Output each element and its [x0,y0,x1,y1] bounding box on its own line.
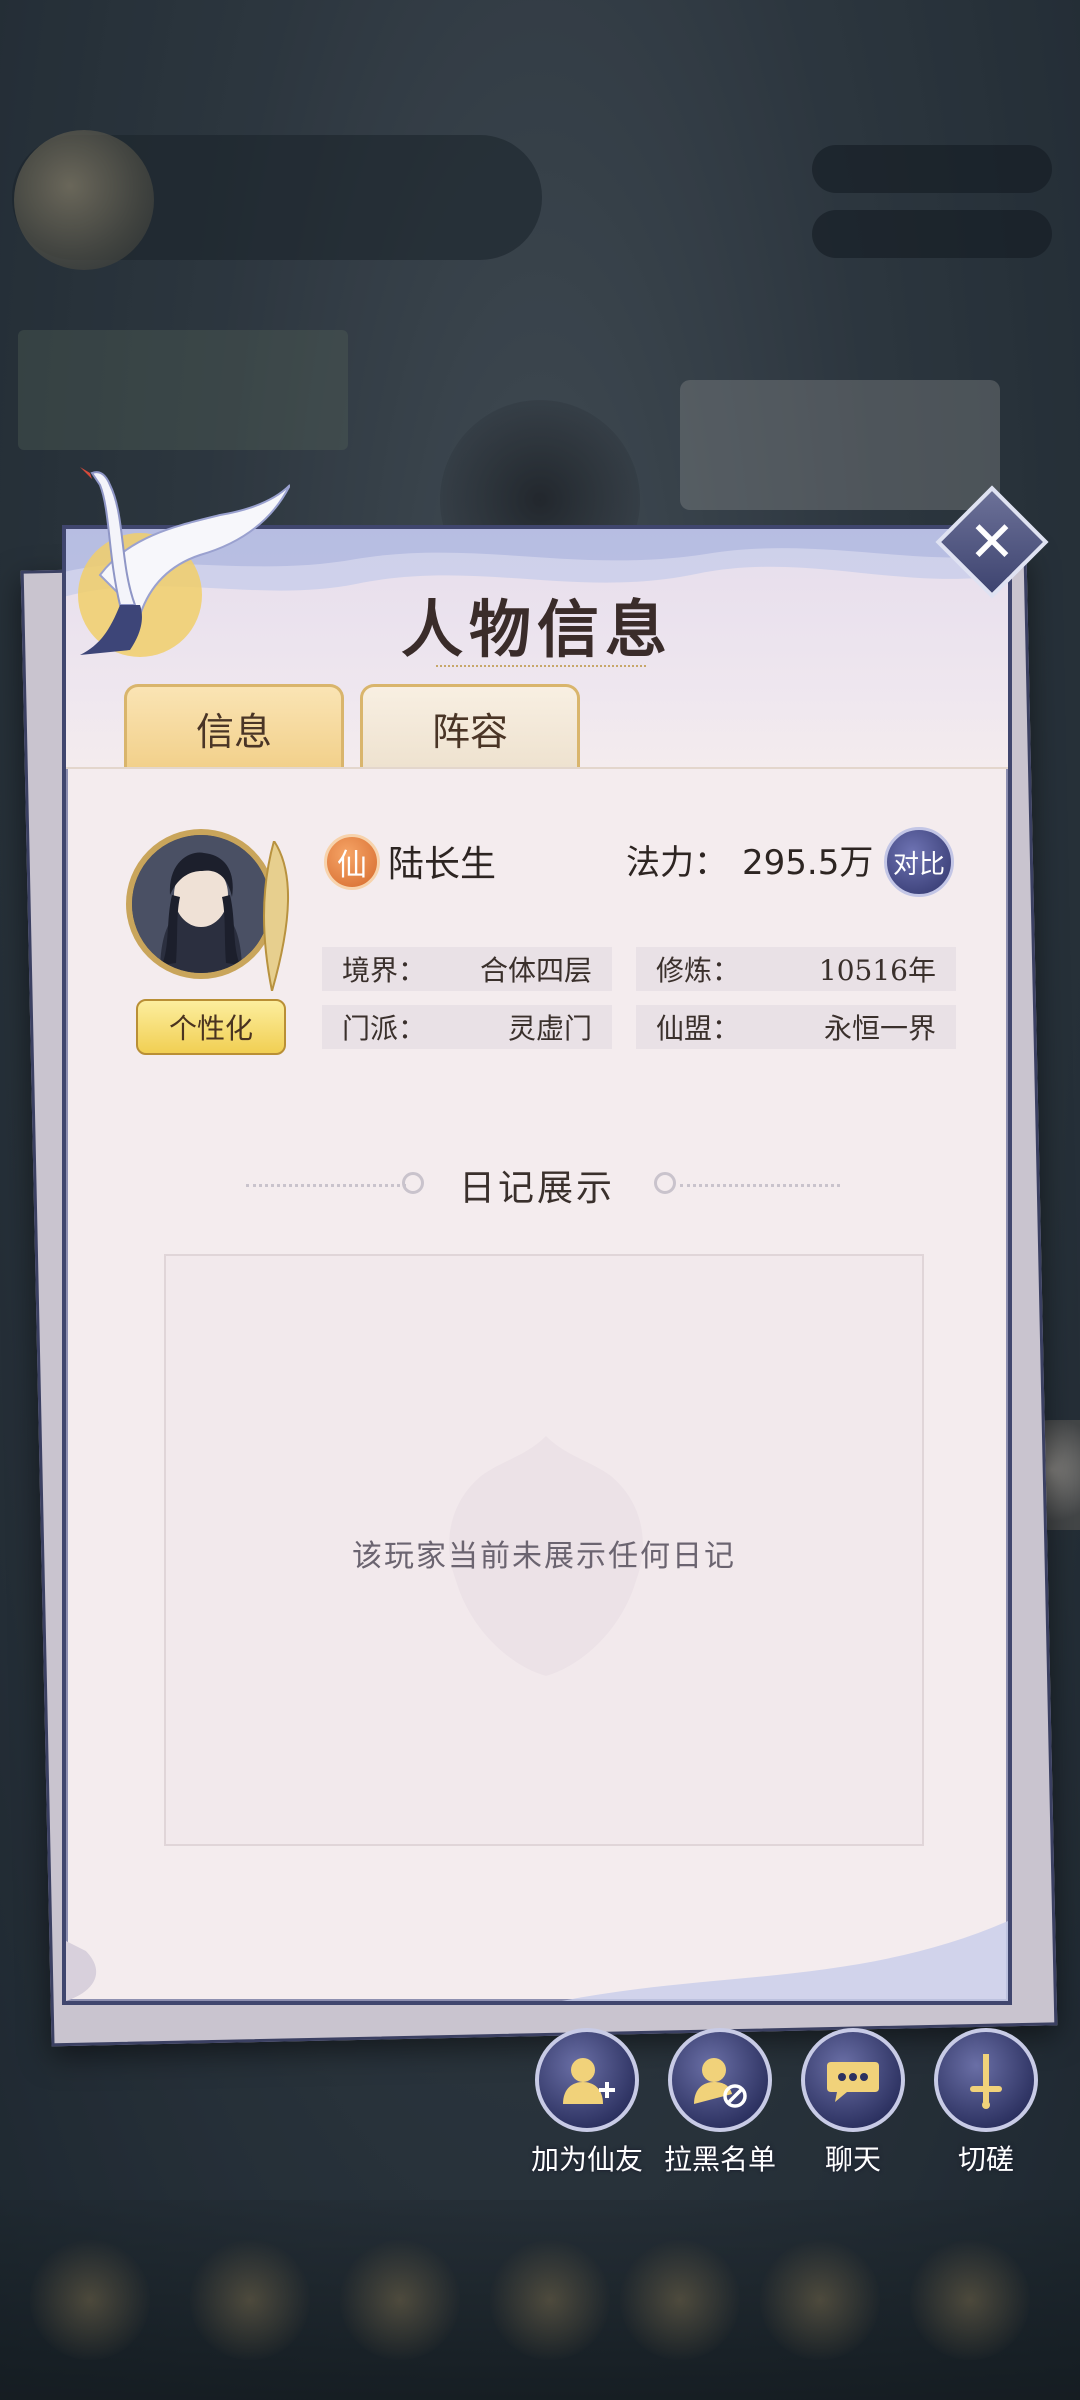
duel-label: 切磋 [957,2143,1014,2176]
tab-info[interactable]: 信息 [124,684,344,769]
chat-circle [801,2028,905,2132]
tab-divider [66,767,1008,769]
cultivation-field: 修炼： 10516年 [636,947,956,991]
block-user-icon [694,2058,747,2108]
duel-circle [934,2028,1038,2132]
portrait-icon [132,835,270,973]
field-value: 10516年 [818,954,936,987]
blacklist-circle [668,2028,772,2132]
player-name: 陆长生 [388,844,497,885]
sect-field: 门派： 灵虚门 [322,1005,612,1049]
diary-panel: 该玩家当前未展示任何日记 [164,1254,924,1846]
chat-label: 聊天 [824,2143,881,2176]
crane-emblem [78,467,290,657]
blacklist-label: 拉黑名单 [663,2143,776,2176]
immortal-badge: 仙 [324,834,380,890]
add-friend-circle [535,2028,639,2132]
duel-button[interactable]: 切磋 [926,2028,1046,2178]
alliance-field: 仙盟： 永恒一界 [636,1005,956,1049]
add-friend-label: 加为仙友 [530,2143,643,2176]
field-value: 永恒一界 [823,1012,936,1045]
add-friend-icon [563,2058,615,2104]
customize-button[interactable]: 个性化 [136,999,286,1055]
field-label: 门派： [342,1012,427,1045]
section-divider-right [680,1184,840,1187]
field-label: 仙盟： [656,1012,741,1045]
character-info-dialog: 人物信息 信息 阵容 个性化 仙 陆长生 法力： 295.5万 对比 境界： 合… [62,525,1012,2005]
section-knot-icon [654,1172,676,1194]
field-label: 境界： [342,954,427,987]
tab-lineup[interactable]: 阵容 [360,684,580,769]
power-label: 法力： [626,843,728,883]
close-icon: ✕ [968,509,1016,575]
avatar-frame-feather [263,841,290,991]
chat-button[interactable]: 聊天 [793,2028,913,2178]
field-value: 合体四层 [479,954,592,987]
diary-section-title: 日记展示 [458,1168,615,1209]
realm-field: 境界： 合体四层 [322,947,612,991]
chat-icon [827,2062,879,2102]
title-ornament [436,651,646,667]
sword-icon [970,2054,1002,2109]
footer-wave-decoration [66,1921,1008,2001]
diary-empty-message: 该玩家当前未展示任何日记 [352,1539,736,1574]
field-label: 修炼： [656,954,741,987]
blacklist-button[interactable]: 拉黑名单 [660,2028,780,2178]
add-friend-button[interactable]: 加为仙友 [527,2028,647,2178]
compare-button[interactable]: 对比 [884,827,954,897]
field-value: 灵虚门 [507,1012,592,1045]
power-value: 295.5万 [742,843,874,883]
